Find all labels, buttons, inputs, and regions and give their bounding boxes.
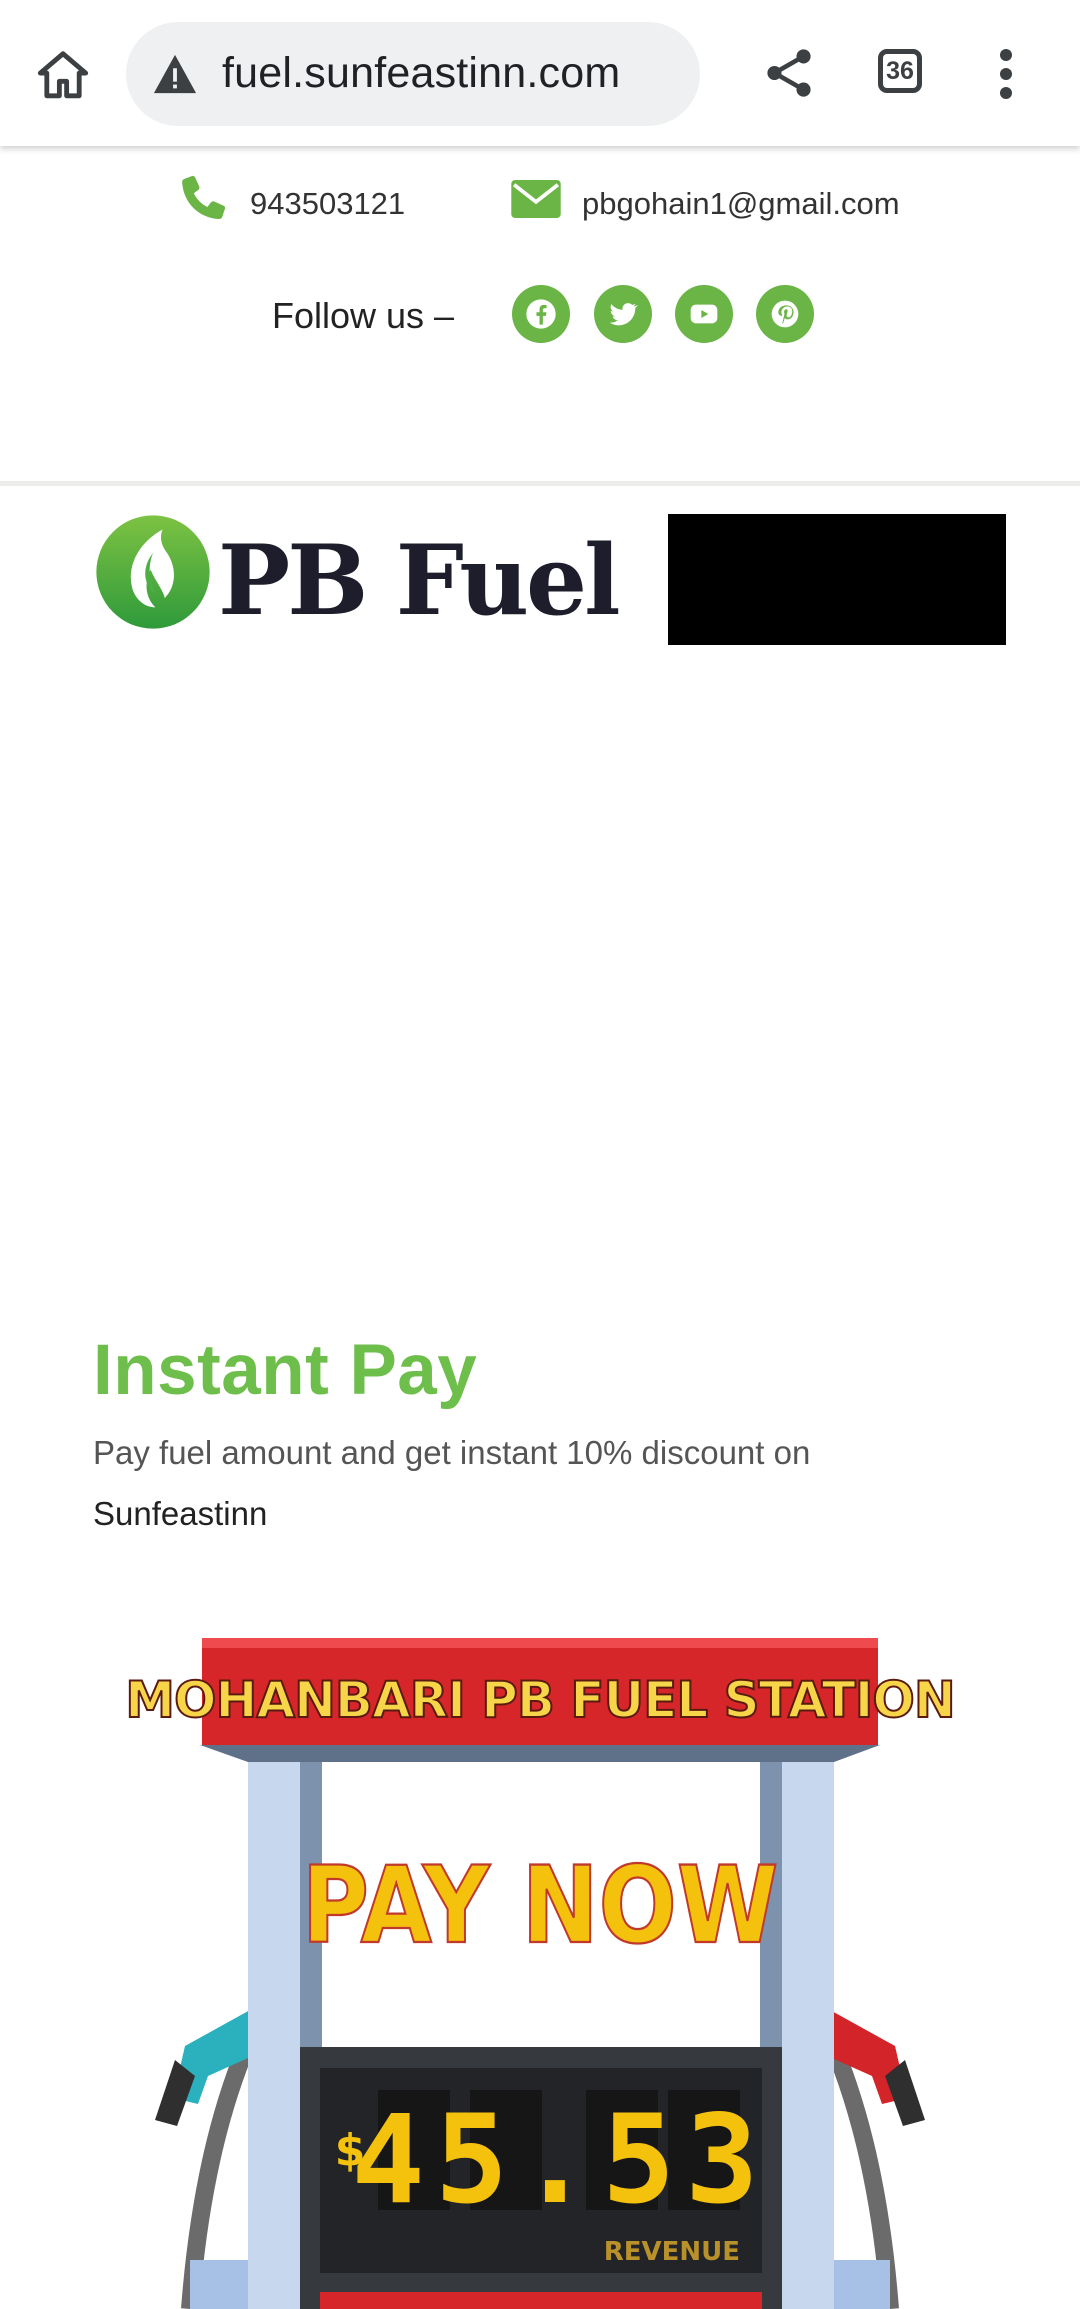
header-black-banner [668, 514, 1006, 645]
warning-icon[interactable] [152, 52, 198, 96]
address-bar[interactable]: fuel.sunfeastinn.com [126, 22, 700, 126]
pinterest-icon[interactable] [756, 285, 814, 343]
facebook-icon[interactable] [512, 285, 570, 343]
tabs-icon[interactable]: 36 [878, 49, 922, 93]
email-icon [511, 180, 561, 218]
header-divider [0, 481, 1080, 486]
share-icon[interactable] [764, 46, 814, 100]
follow-us-row: Follow us – [0, 280, 1080, 350]
more-icon[interactable] [994, 48, 1018, 100]
twitter-icon[interactable] [594, 285, 652, 343]
station-name: MOHANBARI PB FUEL STATION [125, 1671, 954, 1729]
sunfeastinn-link[interactable]: Sunfeastinn [93, 1495, 267, 1532]
phone-number[interactable]: 943503121 [250, 186, 405, 222]
url-text[interactable]: fuel.sunfeastinn.com [222, 49, 620, 98]
home-icon[interactable] [34, 46, 92, 104]
browser-toolbar: fuel.sunfeastinn.com 36 [0, 0, 1080, 146]
pb-fuel-logo-text[interactable]: PB Fuel [218, 524, 621, 637]
youtube-icon[interactable] [675, 285, 733, 343]
phone-icon [182, 175, 226, 220]
fuel-pump-pay-now-image[interactable]: MOHANBARI PB FUEL STATION PAY NOW $ 45.5… [0, 1620, 1080, 2309]
email-address[interactable]: pbgohain1@gmail.com [582, 186, 900, 222]
instant-pay-text: Pay fuel amount and get instant 10% disc… [93, 1434, 811, 1471]
instant-pay-title: Instant Pay [93, 1331, 478, 1410]
pay-now-text[interactable]: PAY NOW [301, 1844, 780, 1969]
revenue-label: REVENUE [604, 2237, 740, 2267]
contact-row: 943503121 pbgohain1@gmail.com [0, 168, 1080, 238]
instant-pay-description: Pay fuel amount and get instant 10% disc… [93, 1422, 993, 1544]
follow-us-label: Follow us – [272, 295, 455, 336]
amount-display: 45.53 [351, 2089, 768, 2231]
pb-fuel-leaf-logo[interactable] [94, 513, 212, 631]
